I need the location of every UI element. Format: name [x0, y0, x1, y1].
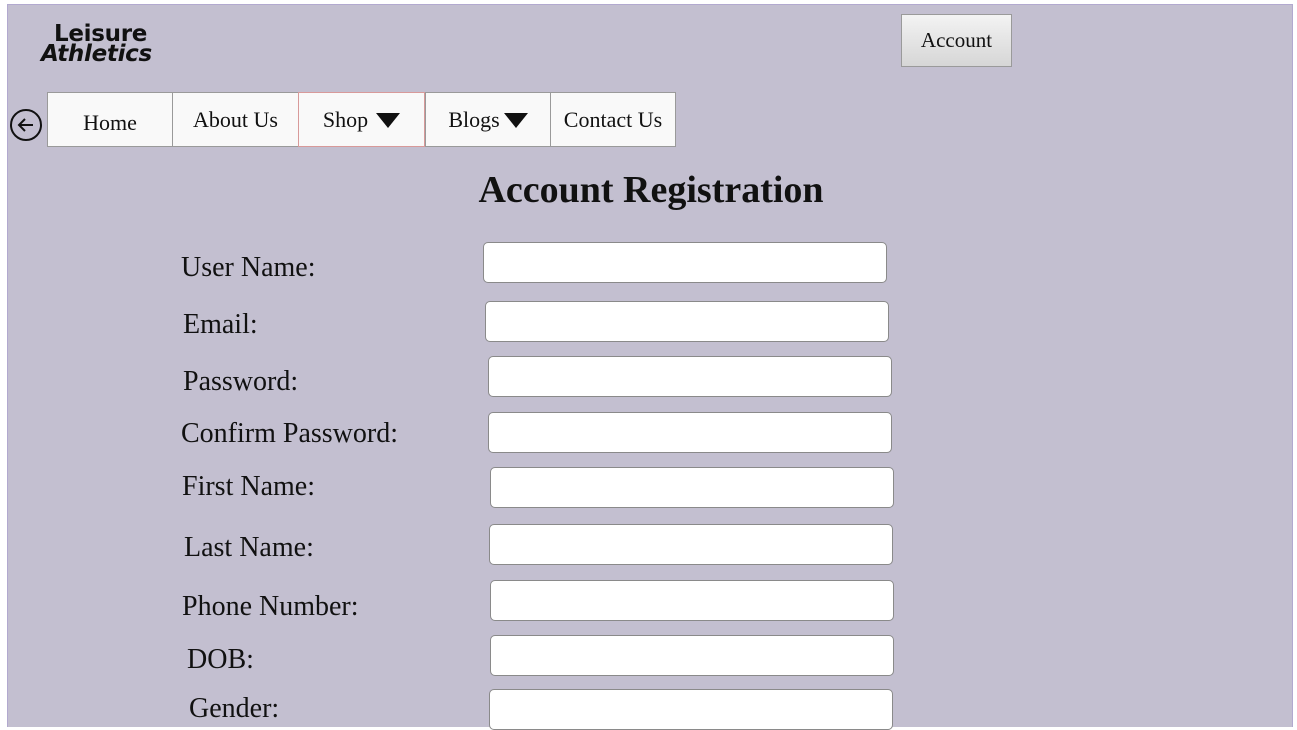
arrow-left-circle-icon — [17, 118, 33, 132]
dob-field[interactable] — [490, 635, 894, 676]
gender-field[interactable] — [489, 689, 893, 730]
password-field[interactable] — [488, 356, 892, 397]
email-label: Email: — [183, 309, 258, 340]
nav-item-shop[interactable]: Shop — [298, 92, 425, 147]
account-button[interactable]: Account — [901, 14, 1012, 67]
nav-item-label: About Us — [193, 106, 278, 132]
nav-item-label: Home — [83, 109, 137, 135]
confirm-password-field[interactable] — [488, 412, 892, 453]
page-frame: Leisure Athletics Account Home About Us … — [7, 4, 1293, 730]
nav-item-label: Contact Us — [563, 106, 663, 132]
brand-logo[interactable]: Leisure Athletics — [41, 23, 181, 67]
last-name-field[interactable] — [489, 524, 893, 565]
gender-label: Gender: — [189, 693, 280, 724]
page-title: Account Registration — [478, 169, 824, 211]
back-button[interactable] — [10, 109, 42, 141]
nav-item-label: Shop — [322, 106, 369, 132]
username-field[interactable] — [483, 242, 887, 283]
confirm-password-label: Confirm Password: — [181, 418, 398, 449]
nav-item-contact-us[interactable]: Contact Us — [550, 92, 676, 147]
nav-item-about-us[interactable]: About Us — [172, 92, 299, 147]
phone-number-field[interactable] — [490, 580, 894, 621]
email-field[interactable] — [485, 301, 889, 342]
username-label: User Name: — [181, 252, 316, 283]
nav-item-label: Blogs — [448, 106, 500, 132]
dob-label: DOB: — [187, 644, 254, 675]
phone-number-label: Phone Number: — [182, 591, 359, 622]
nav-item-home[interactable]: Home — [47, 92, 173, 147]
password-label: Password: — [183, 366, 299, 397]
first-name-field[interactable] — [490, 467, 894, 508]
first-name-label: First Name: — [182, 471, 315, 502]
chevron-down-icon — [376, 113, 401, 128]
last-name-label: Last Name: — [184, 532, 314, 563]
nav-item-blogs[interactable]: Blogs — [425, 92, 551, 147]
chevron-down-icon — [503, 113, 528, 128]
brand-line-2: Athletics — [41, 41, 152, 67]
